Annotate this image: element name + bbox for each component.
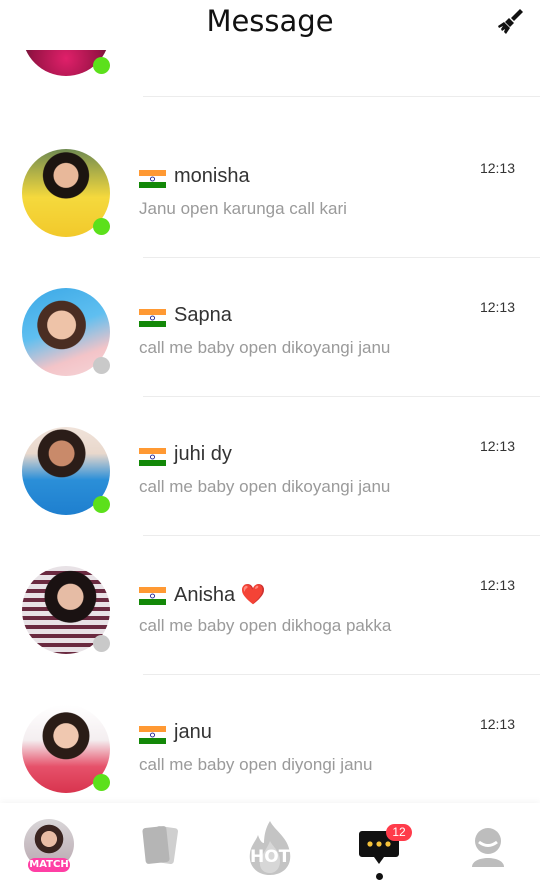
active-tab-indicator: [376, 873, 383, 880]
india-flag-icon: [139, 170, 166, 188]
offline-status-dot: [93, 635, 110, 652]
tab-match[interactable]: MATCH: [0, 803, 108, 883]
message-time: 12:13: [479, 716, 515, 732]
india-flag-icon: [139, 448, 166, 466]
cards-icon: [142, 826, 179, 864]
message-time: 12:13: [479, 577, 515, 593]
conversation-list[interactable]: monisha Janu open karunga call kari 12:1…: [0, 50, 540, 802]
conversation-row[interactable]: Sapna call me baby open dikoyangi janu 1…: [0, 258, 540, 397]
tab-cards[interactable]: [108, 803, 216, 883]
message-time: 12:13: [479, 299, 515, 315]
unread-badge: 12: [386, 824, 412, 841]
message-preview: call me baby open dikoyangi janu: [139, 477, 391, 496]
online-status-dot: [93, 774, 110, 791]
online-status-dot: [93, 218, 110, 235]
message-preview: call me baby open dikhoga pakka: [139, 616, 392, 635]
offline-status-dot: [93, 357, 110, 374]
conversation-row[interactable]: Anisha ❤️ call me baby open dikhoga pakk…: [0, 536, 540, 675]
india-flag-icon: [139, 726, 166, 744]
tab-hot[interactable]: HOT: [216, 803, 324, 883]
conversation-row[interactable]: juhi dy call me baby open dikoyangi janu…: [0, 397, 540, 536]
online-status-dot: [93, 57, 110, 74]
online-status-dot: [93, 496, 110, 513]
message-preview: call me baby open dikoyangi janu: [139, 338, 391, 357]
hot-label: HOT: [250, 847, 291, 867]
conversation-row[interactable]: [0, 50, 540, 97]
profile-icon: [472, 828, 504, 867]
india-flag-icon: [139, 587, 166, 605]
divider: [143, 96, 540, 97]
conversation-row[interactable]: janu call me baby open diyongi janu 12:1…: [0, 675, 540, 802]
match-label: MATCH: [28, 858, 70, 872]
contact-name: Sapna: [174, 304, 232, 326]
contact-name: Anisha ❤️: [174, 584, 266, 606]
message-time: 12:13: [479, 160, 515, 176]
contact-name: janu: [174, 721, 212, 743]
broom-icon[interactable]: [494, 6, 526, 38]
tab-messages[interactable]: [324, 803, 432, 883]
message-time: 12:13: [479, 438, 515, 454]
header: Message: [0, 0, 540, 50]
tab-profile[interactable]: [432, 803, 540, 883]
india-flag-icon: [139, 309, 166, 327]
message-preview: Janu open karunga call kari: [139, 199, 347, 218]
message-preview: call me baby open diyongi janu: [139, 755, 373, 774]
bottom-tab-bar: MATCH HOT 12: [0, 803, 540, 883]
page-title: Message: [206, 4, 334, 38]
conversation-row[interactable]: monisha Janu open karunga call kari 12:1…: [0, 119, 540, 258]
contact-name: juhi dy: [174, 443, 232, 465]
contact-name: monisha: [174, 165, 250, 187]
